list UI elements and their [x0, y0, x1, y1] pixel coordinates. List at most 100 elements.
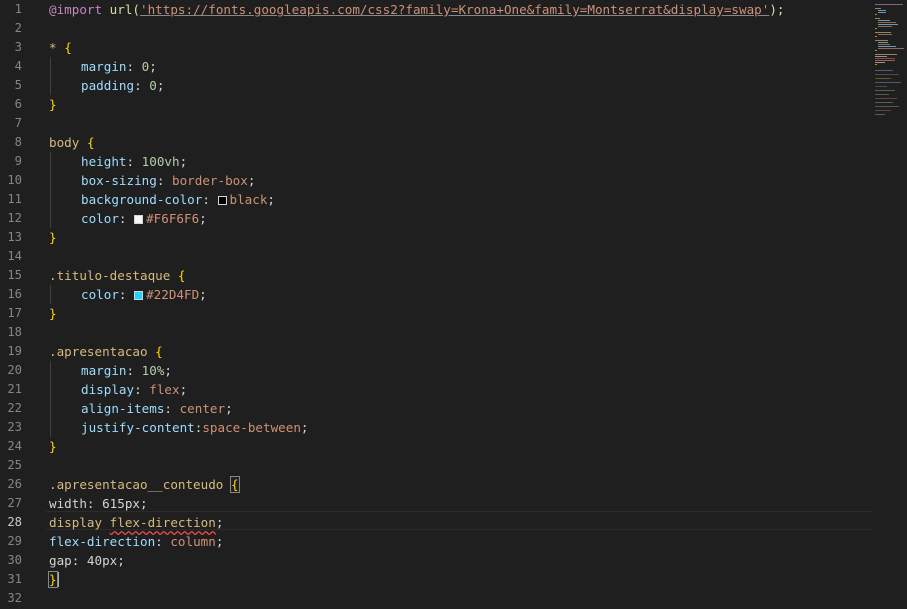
code-line-22[interactable]: align-items: center; — [81, 399, 233, 418]
minimap-line — [878, 46, 896, 47]
line-number: 27 — [7, 496, 22, 510]
code-editor[interactable]: 1 2 3 4 5 6 7 8 9 10 11 12 13 14 15 16 1… — [0, 0, 907, 609]
number-token: 10% — [141, 363, 165, 378]
line-number: 16 — [7, 287, 22, 301]
minimap-line — [875, 18, 880, 19]
line-number: 12 — [7, 211, 22, 225]
error-squiggle-token[interactable]: flex-direction — [110, 515, 216, 530]
code-line-1[interactable]: @import url('https://fonts.googleapis.co… — [49, 0, 785, 19]
code-line-5[interactable]: padding: 0; — [81, 76, 164, 95]
line-number: 11 — [7, 192, 22, 206]
color-swatch[interactable] — [134, 291, 144, 300]
code-line-6[interactable]: } — [49, 95, 57, 114]
minimap-line — [878, 22, 896, 23]
color-swatch[interactable] — [134, 215, 144, 224]
minimap-line — [878, 48, 904, 49]
code-line-9[interactable]: height: 100vh; — [81, 152, 187, 171]
indent-guide — [50, 57, 51, 95]
line-number-active: 28 — [7, 515, 22, 529]
code-line-16[interactable]: color: #22D4FD; — [81, 285, 207, 304]
line-number: 23 — [7, 420, 22, 434]
line-number: 2 — [14, 21, 22, 35]
url-string-token[interactable]: 'https://fonts.googleapis.com/css2?famil… — [140, 2, 769, 17]
brace-token: { — [86, 135, 95, 150]
colon-token: : — [156, 173, 172, 188]
minimap-line — [875, 58, 895, 59]
code-line-23[interactable]: justify-content:space-between; — [81, 418, 309, 437]
colon-token: : — [155, 534, 171, 549]
code-line-3[interactable]: * { — [49, 38, 72, 57]
code-line-28[interactable]: display flex-direction; — [49, 513, 223, 532]
minimap-line — [875, 28, 877, 29]
line-number: 18 — [7, 325, 22, 339]
semicolon-token: ; — [199, 287, 207, 302]
code-line-10[interactable]: box-sizing: border-box; — [81, 171, 255, 190]
line-number: 6 — [14, 97, 22, 111]
minimap-line — [875, 82, 901, 83]
line-number: 7 — [14, 116, 22, 130]
line-number: 10 — [7, 173, 22, 187]
selector-token: * — [49, 40, 57, 55]
code-line-4[interactable]: margin: 0; — [81, 57, 157, 76]
selector-token: .apresentacao__conteudo — [49, 477, 224, 492]
colon-token: : — [126, 363, 142, 378]
code-line-30[interactable]: gap: 40px; — [49, 551, 125, 570]
code-line-21[interactable]: display: flex; — [81, 380, 187, 399]
minimap-line — [875, 78, 891, 79]
code-line-17[interactable]: } — [49, 304, 57, 323]
property-token: justify-content — [81, 420, 195, 435]
property-token: height — [81, 154, 127, 169]
semicolon-token: ; — [247, 173, 256, 188]
colon-token: : — [202, 192, 218, 207]
code-line-24[interactable]: } — [49, 437, 57, 456]
selector-token: body — [49, 135, 80, 150]
minimap-line — [878, 42, 888, 43]
line-number: 30 — [7, 553, 22, 567]
property-token: color — [81, 287, 119, 302]
minimap-line — [875, 14, 877, 15]
value-token: space-between — [202, 420, 301, 435]
code-line-29[interactable]: flex-direction: column; — [49, 532, 223, 551]
colon-token: : — [134, 382, 150, 397]
minimap-line — [875, 110, 891, 111]
code-line-31[interactable]: } — [48, 570, 59, 589]
semicolon-token: ; — [300, 420, 309, 435]
line-number: 8 — [14, 135, 22, 149]
code-line-13[interactable]: } — [49, 228, 57, 247]
color-swatch[interactable] — [217, 196, 227, 205]
value-token: column — [170, 534, 216, 549]
semicolon-token: ; — [179, 382, 188, 397]
property-token: flex-direction — [49, 534, 156, 549]
value-token: #F6F6F6 — [146, 211, 200, 226]
punctuation-token: ); — [769, 2, 785, 17]
semicolon-token: ; — [215, 534, 224, 549]
minimap-line — [875, 90, 895, 91]
line-number: 21 — [7, 382, 22, 396]
minimap-line — [875, 4, 903, 5]
brace-token: { — [177, 268, 186, 283]
code-line-26[interactable]: .apresentacao__conteudo { — [49, 475, 240, 494]
number-token: 0 — [149, 78, 157, 93]
value-token: center — [179, 401, 226, 416]
code-line-12[interactable]: color: #F6F6F6; — [81, 209, 207, 228]
code-line-8[interactable]: body { — [49, 133, 95, 152]
code-line-19[interactable]: .apresentacao { — [49, 342, 163, 361]
minimap-line — [875, 56, 887, 57]
minimap-line — [875, 40, 888, 41]
indent-guide — [50, 285, 51, 304]
line-number: 24 — [7, 439, 22, 453]
code-line-15[interactable]: .titulo-destaque { — [49, 266, 186, 285]
code-line-11[interactable]: background-color: black; — [81, 190, 275, 209]
minimap[interactable] — [873, 0, 907, 609]
brace-token: } — [49, 97, 57, 112]
brace-token: { — [230, 476, 240, 493]
semicolon-token: ; — [156, 78, 165, 93]
line-number: 32 — [7, 591, 22, 605]
code-line-27[interactable]: width: 615px; — [49, 494, 148, 513]
line-number: 20 — [7, 363, 22, 377]
colon-token: : — [118, 287, 135, 302]
minimap-line — [875, 94, 889, 95]
colon-token: : — [118, 211, 135, 226]
line-number: 5 — [14, 78, 22, 92]
code-line-20[interactable]: margin: 10%; — [81, 361, 172, 380]
